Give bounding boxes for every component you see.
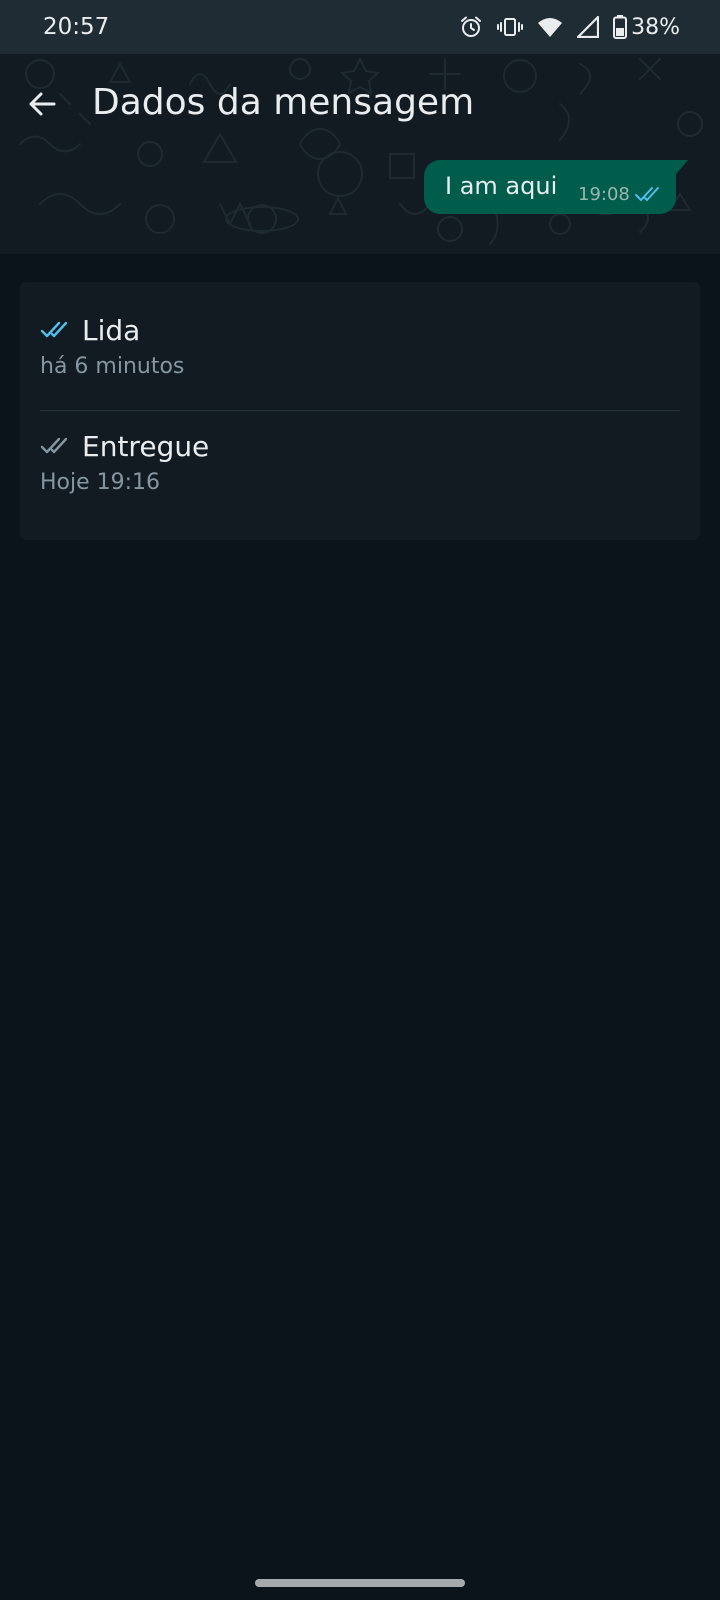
receipt-detail: há 6 minutos [40, 354, 185, 379]
status-icons: 38% [459, 12, 680, 42]
arrow-left-icon [29, 92, 56, 116]
signal-icon [577, 16, 600, 38]
receipt-detail: Hoje 19:16 [40, 470, 161, 495]
status-bar: 20:57 38% [0, 0, 720, 54]
vibrate-icon [497, 15, 524, 39]
receipt-label: Entregue [82, 429, 210, 463]
divider [40, 410, 680, 411]
battery-icon [613, 15, 628, 39]
battery-indicator: 38% [613, 15, 680, 40]
receipt-row-read: Lida há 6 minutos [40, 312, 700, 380]
back-button[interactable] [22, 84, 62, 124]
wifi-icon [537, 16, 563, 38]
receipt-card: Lida há 6 minutos Entregue Hoje 19:16 [20, 282, 700, 540]
double-check-icon [40, 321, 68, 338]
message-time: 19:08 [578, 184, 630, 205]
double-check-icon [634, 184, 664, 208]
bubble-tail [676, 160, 688, 174]
message-bubble[interactable]: I am aqui 19:08 [424, 160, 676, 214]
receipt-label: Lida [82, 313, 141, 347]
double-check-icon [40, 437, 68, 454]
gesture-nav-handle[interactable] [255, 1579, 465, 1587]
receipt-row-delivered: Entregue Hoje 19:16 [40, 428, 700, 496]
message-preview-header: Dados da mensagem I am aqui 19:08 [0, 54, 720, 254]
page-title: Dados da mensagem [92, 82, 475, 123]
message-text: I am aqui [445, 172, 558, 200]
battery-percentage: 38% [631, 14, 680, 40]
alarm-icon [459, 15, 483, 39]
status-time: 20:57 [43, 14, 110, 40]
